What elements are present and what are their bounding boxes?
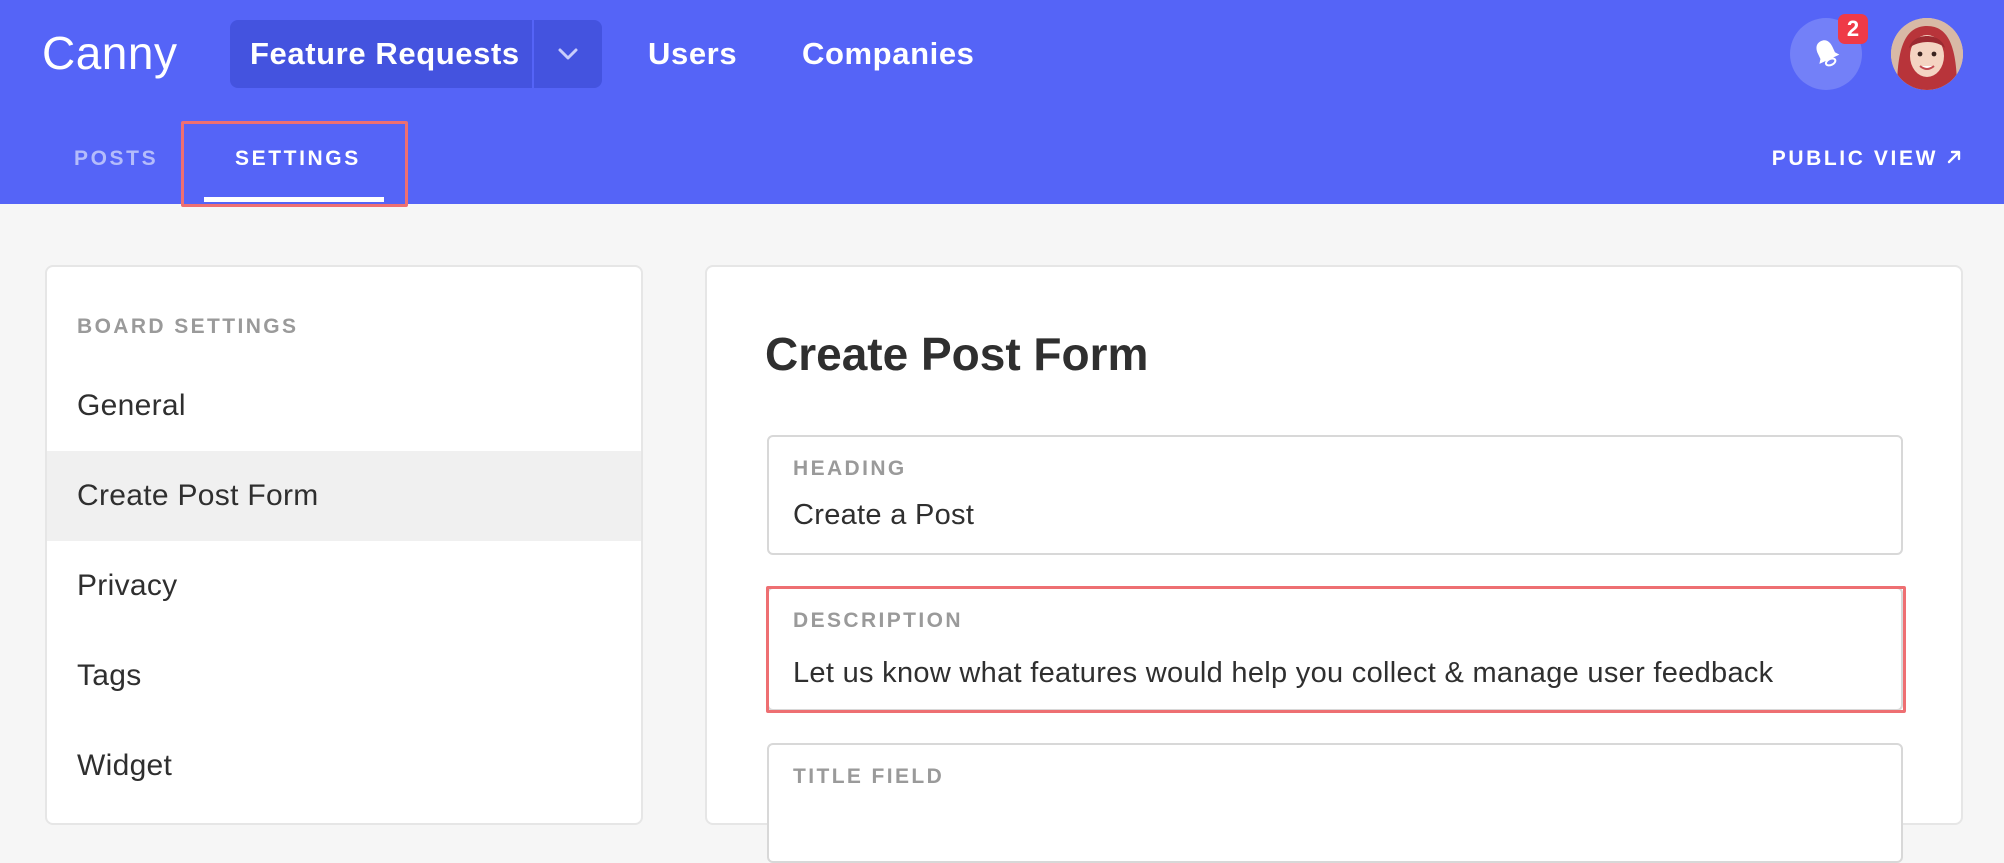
board-selector-label[interactable]: Feature Requests [230, 36, 532, 72]
board-selector[interactable]: Feature Requests [230, 20, 602, 88]
tab-settings[interactable]: SETTINGS [235, 147, 361, 171]
sidebar-item-label: General [77, 389, 186, 422]
active-tab-indicator [204, 197, 384, 202]
sidebar-item-label: Privacy [77, 569, 178, 602]
title-field[interactable]: TITLE FIELD [767, 743, 1903, 863]
description-field-value[interactable]: Let us know what features would help you… [793, 657, 1773, 690]
user-avatar[interactable] [1891, 18, 1963, 90]
notification-count-badge: 2 [1838, 14, 1868, 44]
nav-link-companies[interactable]: Companies [802, 36, 975, 72]
title-field-label: TITLE FIELD [793, 765, 945, 788]
create-post-form-panel: Create Post Form HEADING Create a Post D… [705, 265, 1963, 863]
nav-link-users[interactable]: Users [648, 36, 737, 72]
sidebar-item-general[interactable]: General [47, 361, 641, 451]
page-title: Create Post Form [765, 328, 1149, 380]
public-view-link[interactable]: PUBLIC VIEW [1772, 147, 1962, 171]
description-field-label: DESCRIPTION [793, 609, 963, 632]
sidebar-heading: BOARD SETTINGS [77, 315, 299, 338]
sidebar-item-tags[interactable]: Tags [47, 631, 641, 721]
heading-field-label: HEADING [793, 457, 907, 480]
sidebar-item-label: Tags [77, 659, 142, 692]
sidebar-item-privacy[interactable]: Privacy [47, 541, 641, 631]
chevron-down-icon[interactable] [534, 20, 602, 88]
sidebar-item-create-post-form[interactable]: Create Post Form [47, 451, 641, 541]
sidebar-item-label: Create Post Form [77, 479, 319, 512]
tab-posts[interactable]: POSTS [74, 147, 158, 171]
heading-field[interactable]: HEADING Create a Post [767, 435, 1903, 555]
public-view-label: PUBLIC VIEW [1771, 147, 1938, 170]
heading-field-value[interactable]: Create a Post [793, 499, 974, 532]
external-arrow-icon [1946, 147, 1962, 171]
board-settings-sidebar: BOARD SETTINGS General Create Post Form … [45, 265, 643, 825]
sidebar-item-label: Widget [77, 749, 173, 782]
top-navigation-bar: Canny Feature Requests Users Companies 2 [0, 0, 2004, 207]
sidebar-item-widget[interactable]: Widget [47, 721, 641, 811]
description-field[interactable]: DESCRIPTION Let us know what features wo… [767, 587, 1903, 711]
app-logo[interactable]: Canny [42, 26, 177, 80]
